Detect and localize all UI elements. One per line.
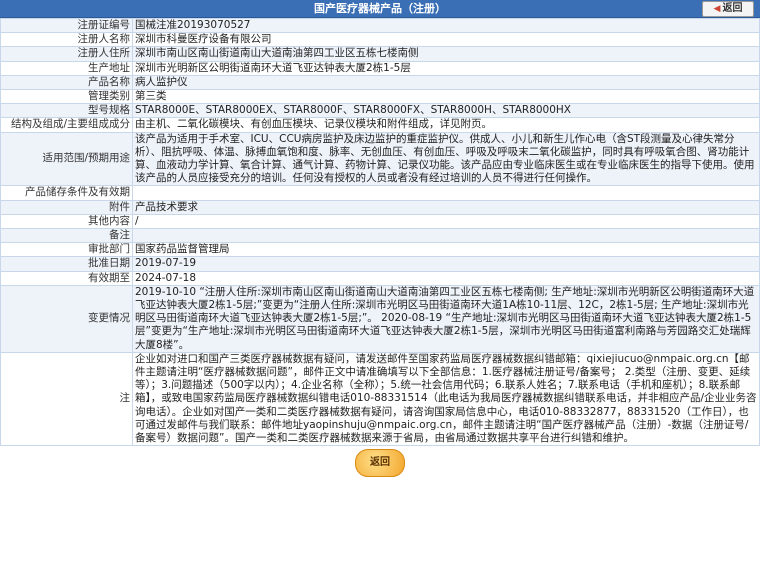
table-row: 型号规格 STAR8000E、STAR8000EX、STAR8000F、STAR8… [0,103,760,119]
table-row: 结构及组成/主要组成成分 由主机、二氧化碳模块、有创血压模块、记录仪模块和附件组成… [0,117,760,133]
field-label: 适用范围/预期用途 [0,131,133,187]
table-row: 批准日期 2019-07-19 [0,256,760,272]
registration-info-table: 注册证编号 国械注准20193070527 注册人名称 深圳市科曼医疗设备有限公司 注册… [0,17,760,447]
field-label: 批准日期 [0,256,133,272]
field-value: 2019-10-10 “注册人住所:深圳市南山区南山街道南山大道南油第四工业区五… [132,284,760,353]
table-row: 管理类别 第三类 [0,89,760,105]
field-value: 深圳市光明新区公明街道南环大道飞亚达钟表大厦2栋1-5层 [132,60,760,76]
field-label: 注册人住所 [0,46,133,62]
page-title: 国产医疗器械产品（注册） [314,2,446,15]
field-value: 2019-07-19 [132,256,760,272]
field-label: 变更情况 [0,284,133,353]
field-value [132,228,760,244]
table-row: 适用范围/预期用途 该产品为适用于手术室、ICU、CCU病房监护及床边监护的重症监… [0,131,760,187]
field-label: 注册人名称 [0,32,133,48]
field-value: 深圳市南山区南山街道南山大道南油第四工业区五栋七楼南侧 [132,46,760,62]
table-row: 生产地址 深圳市光明新区公明街道南环大道飞亚达钟表大厦2栋1-5层 [0,60,760,76]
field-label: 产品名称 [0,74,133,91]
table-row: 产品储存条件及有效期 [0,185,760,201]
field-value: 国家药品监督管理局 [132,242,760,258]
field-value: 产品技术要求 [132,199,760,215]
field-label: 备注 [0,228,133,244]
field-value: 企业如对进口和国产三类医疗器械数据有疑问，请发送邮件至国家药监局医疗器械数据纠错… [132,351,760,447]
field-label: 有效期至 [0,270,133,286]
table-row: 注企业如对进口和国产三类医疗器械数据有疑问，请发送邮件至国家药监局医疗器械数据纠… [0,351,760,447]
back-arrow-icon: ◀ [713,4,721,14]
field-label: 型号规格 [0,103,133,119]
field-label: 注册证编号 [0,17,133,34]
field-value: 第三类 [132,89,760,105]
field-value [132,185,760,201]
page-header: 国产医疗器械产品（注册） ◀ 返回 [0,0,760,18]
field-value: / [132,213,760,230]
return-button[interactable]: 返回 [355,449,405,478]
table-row: 产品名称 病人监护仪 [0,74,760,91]
field-value: STAR8000E、STAR8000EX、STAR8000F、STAR8000F… [132,103,760,119]
table-row: 审批部门 国家药品监督管理局 [0,242,760,258]
field-label: 产品储存条件及有效期 [0,185,133,201]
field-label: 注 [0,351,133,447]
field-value: 2024-07-18 [132,270,760,286]
field-label: 审批部门 [0,242,133,258]
back-button-label: 返回 [722,3,743,14]
field-label: 结构及组成/主要组成成分 [0,117,133,133]
field-value: 深圳市科曼医疗设备有限公司 [132,32,760,48]
field-value: 由主机、二氧化碳模块、有创血压模块、记录仪模块和附件组成，详见附页。 [132,117,760,133]
field-value: 该产品为适用于手术室、ICU、CCU病房监护及床边监护的重症监护仪。供成人、小儿… [132,131,760,187]
table-row: 有效期至 2024-07-18 [0,270,760,286]
field-label: 生产地址 [0,60,133,76]
field-label: 其他内容 [0,213,133,230]
table-row: 附件 产品技术要求 [0,199,760,215]
field-value: 国械注准20193070527 [132,17,760,34]
table-row: 注册人名称 深圳市科曼医疗设备有限公司 [0,32,760,48]
field-value: 病人监护仪 [132,74,760,91]
return-button-label: 返回 [370,457,390,469]
back-button[interactable]: ◀ 返回 [702,1,754,17]
table-row: 注册证编号 国械注准20193070527 [0,17,760,34]
table-row: 备注 [0,228,760,244]
table-row: 其他内容 / [0,213,760,230]
table-row: 注册人住所 深圳市南山区南山街道南山大道南油第四工业区五栋七楼南侧 [0,46,760,62]
table-row: 变更情况 2019-10-10 “注册人住所:深圳市南山区南山街道南山大道南油第四… [0,284,760,353]
field-label: 管理类别 [0,89,133,105]
field-label: 附件 [0,199,133,215]
